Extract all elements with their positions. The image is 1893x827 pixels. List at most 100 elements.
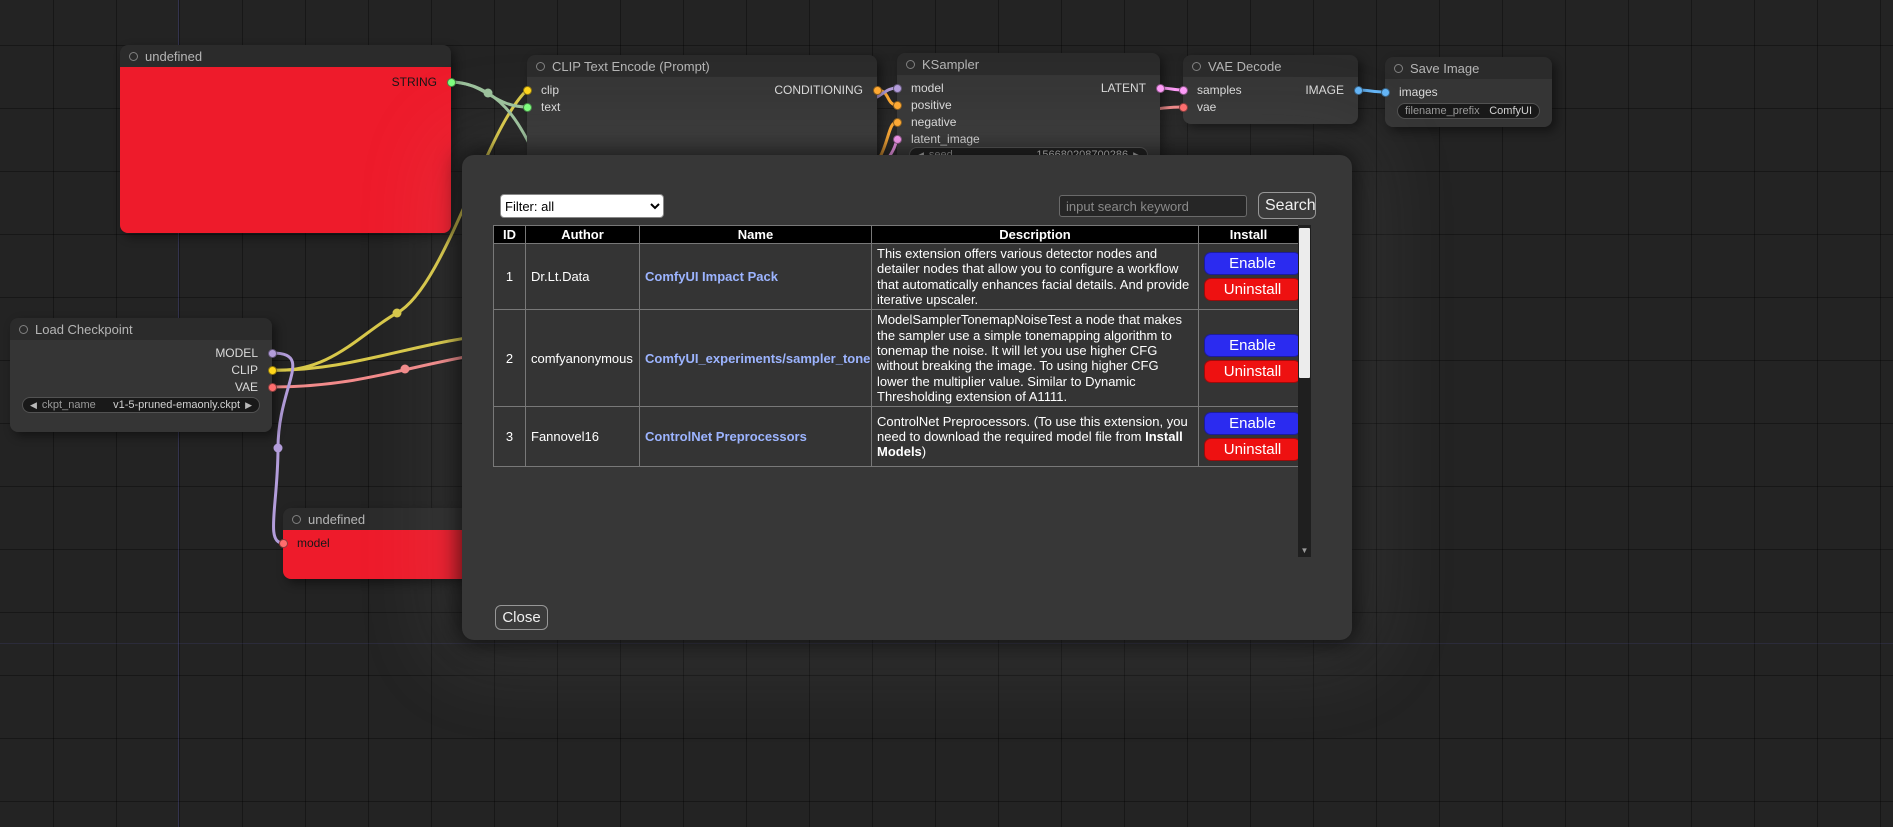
port-label-image: IMAGE <box>1305 83 1344 97</box>
port-label-negative: negative <box>911 115 956 129</box>
node-title-bar[interactable]: undefined <box>120 45 451 67</box>
port-label-model-out: MODEL <box>215 346 258 360</box>
widget-name: filename_prefix <box>1405 105 1480 117</box>
extension-link[interactable]: ComfyUI Impact Pack <box>645 269 778 284</box>
collapse-toggle-icon[interactable] <box>1192 62 1201 71</box>
node-load-checkpoint[interactable]: Load Checkpoint MODEL CLIP VAE ◀ ckpt_na… <box>10 318 272 432</box>
extension-link[interactable]: ComfyUI_experiments/sampler_tonemap <box>645 351 872 366</box>
description-text: ModelSamplerTonemapNoiseTest a node that… <box>877 312 1182 404</box>
node-vae-decode[interactable]: VAE Decode samples vae IMAGE <box>1183 55 1358 124</box>
next-option-arrow-icon[interactable]: ▶ <box>245 401 252 410</box>
input-dot-negative[interactable] <box>893 118 902 127</box>
cell-author: Dr.Lt.Data <box>526 244 640 310</box>
input-dot-clip[interactable] <box>523 86 532 95</box>
port-label-vae-out: VAE <box>235 380 258 394</box>
cell-author: Fannovel16 <box>526 407 640 467</box>
link-dot <box>401 365 410 374</box>
extension-link[interactable]: ControlNet Preprocessors <box>645 429 807 444</box>
node-undefined-top[interactable]: undefined STRING <box>120 45 451 233</box>
node-title: Load Checkpoint <box>35 322 133 337</box>
search-button[interactable]: Search <box>1258 192 1316 219</box>
collapse-toggle-icon[interactable] <box>129 52 138 61</box>
cell-id: 2 <box>494 310 526 407</box>
uninstall-button[interactable]: Uninstall <box>1204 360 1301 383</box>
input-dot-images[interactable] <box>1381 88 1390 97</box>
port-label-images: images <box>1399 85 1438 99</box>
description-text: This extension offers various detector n… <box>877 246 1189 307</box>
ckpt-name-widget[interactable]: ◀ ckpt_name v1-5-pruned-emaonly.ckpt ▶ <box>22 397 260 413</box>
node-title-bar[interactable]: KSampler <box>897 53 1160 75</box>
input-dot-positive[interactable] <box>893 101 902 110</box>
widget-name: ckpt_name <box>42 399 96 411</box>
search-input[interactable] <box>1059 195 1247 217</box>
output-dot-vae[interactable] <box>268 383 277 392</box>
input-dot-text[interactable] <box>523 103 532 112</box>
node-title: CLIP Text Encode (Prompt) <box>552 59 710 74</box>
node-graph-canvas[interactable]: undefined STRING CLIP Text Encode (Promp… <box>0 0 1893 827</box>
extension-table-container: ID Author Name Description Install 1 Dr.… <box>493 225 1311 557</box>
node-title: undefined <box>145 49 202 64</box>
port-label-model: model <box>911 81 944 95</box>
node-title-bar[interactable]: VAE Decode <box>1183 55 1358 77</box>
output-dot-conditioning[interactable] <box>873 86 882 95</box>
collapse-toggle-icon[interactable] <box>536 62 545 71</box>
collapse-toggle-icon[interactable] <box>906 60 915 69</box>
cell-install: Enable Uninstall <box>1199 244 1299 310</box>
filename-prefix-widget[interactable]: filename_prefix ComfyUI <box>1397 103 1540 119</box>
close-button[interactable]: Close <box>495 605 548 630</box>
input-dot-model[interactable] <box>279 539 288 548</box>
node-title-bar[interactable]: undefined <box>283 508 469 530</box>
cell-id: 1 <box>494 244 526 310</box>
node-title-bar[interactable]: Save Image <box>1385 57 1552 79</box>
collapse-toggle-icon[interactable] <box>19 325 28 334</box>
manager-dialog: Filter: all Search ID Author Name Descri… <box>462 155 1352 640</box>
collapse-toggle-icon[interactable] <box>292 515 301 524</box>
enable-button[interactable]: Enable <box>1204 252 1301 275</box>
input-dot-samples[interactable] <box>1179 86 1188 95</box>
link-dot <box>484 89 493 98</box>
column-header-install: Install <box>1199 226 1299 244</box>
node-undefined-bottom[interactable]: undefined model <box>283 508 469 579</box>
uninstall-button[interactable]: Uninstall <box>1204 278 1301 301</box>
port-label-vae: vae <box>1197 100 1216 114</box>
output-dot-clip[interactable] <box>268 366 277 375</box>
collapse-toggle-icon[interactable] <box>1394 64 1403 73</box>
node-body-error: model <box>283 530 469 579</box>
enable-button[interactable]: Enable <box>1204 334 1301 357</box>
cell-install: Enable Uninstall <box>1199 310 1299 407</box>
cell-name: ControlNet Preprocessors <box>640 407 872 467</box>
node-body: MODEL CLIP VAE ◀ ckpt_name v1-5-pruned-e… <box>10 340 272 432</box>
table-row: 2 comfyanonymous ComfyUI_experiments/sam… <box>494 310 1299 407</box>
output-dot-image[interactable] <box>1354 86 1363 95</box>
input-dot-vae[interactable] <box>1179 103 1188 112</box>
output-dot-model[interactable] <box>268 349 277 358</box>
filter-select[interactable]: Filter: all <box>500 194 664 218</box>
column-header-author: Author <box>526 226 640 244</box>
extension-table: ID Author Name Description Install 1 Dr.… <box>493 225 1299 467</box>
enable-button[interactable]: Enable <box>1204 412 1301 435</box>
node-title-bar[interactable]: CLIP Text Encode (Prompt) <box>527 55 877 77</box>
cell-id: 3 <box>494 407 526 467</box>
input-dot-model[interactable] <box>893 84 902 93</box>
widget-value: ComfyUI <box>1489 105 1532 117</box>
table-scrollbar[interactable]: ▼ <box>1298 225 1311 557</box>
port-label-clip: clip <box>541 83 559 97</box>
prev-option-arrow-icon[interactable]: ◀ <box>30 401 37 410</box>
cell-name: ComfyUI Impact Pack <box>640 244 872 310</box>
node-title: undefined <box>308 512 365 527</box>
cell-name: ComfyUI_experiments/sampler_tonemap <box>640 310 872 407</box>
widget-value: v1-5-pruned-emaonly.ckpt <box>113 399 240 411</box>
uninstall-button[interactable]: Uninstall <box>1204 438 1301 461</box>
input-dot-latent-image[interactable] <box>893 135 902 144</box>
port-label-string: STRING <box>392 75 437 89</box>
node-title-bar[interactable]: Load Checkpoint <box>10 318 272 340</box>
scrollbar-down-arrow-icon[interactable]: ▼ <box>1298 544 1311 557</box>
table-header-row: ID Author Name Description Install <box>494 226 1299 244</box>
scrollbar-thumb[interactable] <box>1299 228 1310 378</box>
output-dot-latent[interactable] <box>1156 84 1165 93</box>
port-label-clip-out: CLIP <box>231 363 258 377</box>
output-dot-string[interactable] <box>447 78 456 87</box>
node-save-image[interactable]: Save Image images filename_prefix ComfyU… <box>1385 57 1552 127</box>
node-body: images filename_prefix ComfyUI <box>1385 79 1552 127</box>
link-dot <box>393 309 402 318</box>
